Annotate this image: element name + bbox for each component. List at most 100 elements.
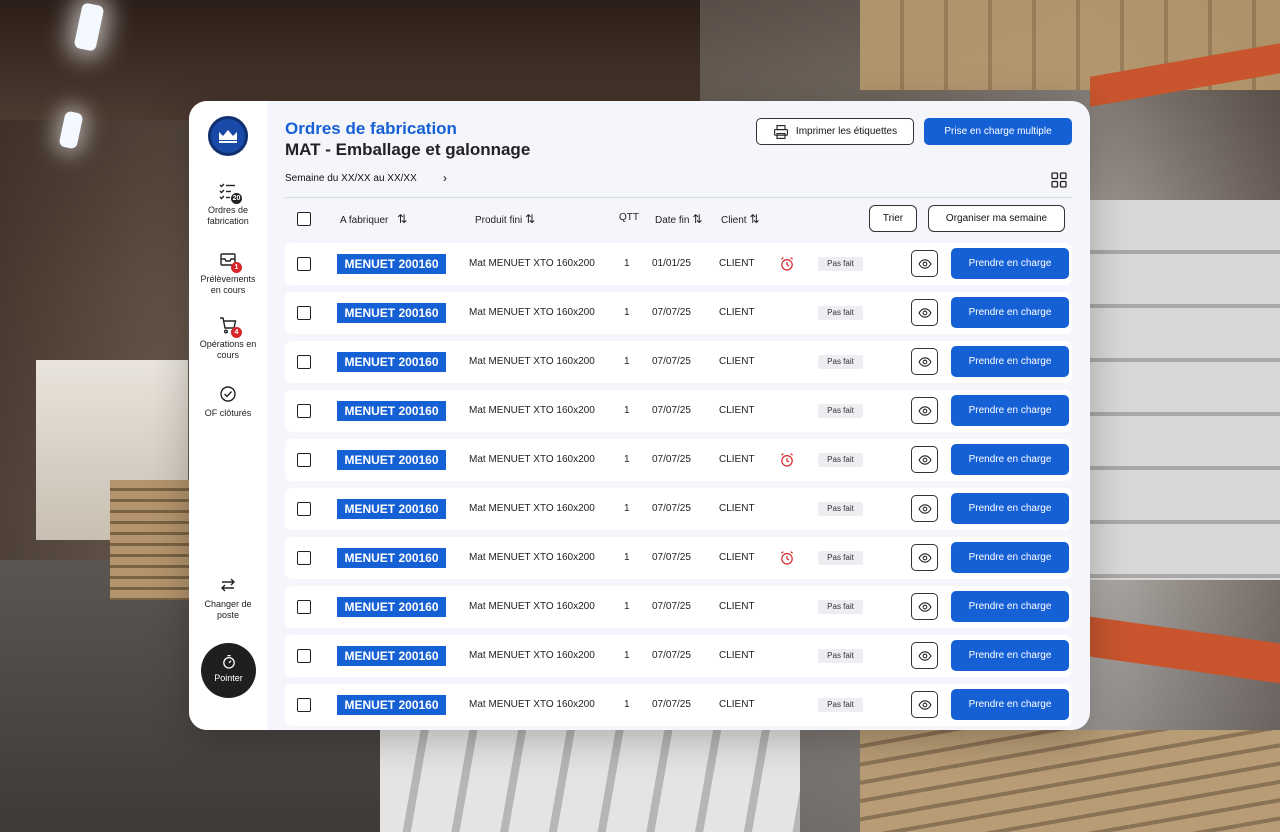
take-charge-label: Prendre en charge <box>968 356 1052 367</box>
take-charge-button[interactable]: Prendre en charge <box>951 444 1069 475</box>
badge: 4 <box>231 327 242 338</box>
ref-tag[interactable]: MENUET 200160 <box>337 646 446 666</box>
view-button[interactable] <box>911 446 938 473</box>
take-charge-button[interactable]: Prendre en charge <box>951 248 1069 279</box>
view-button[interactable] <box>911 397 938 424</box>
crown-logo-icon[interactable] <box>208 116 248 156</box>
background-boxes <box>860 0 1280 90</box>
date-cell: 07/07/25 <box>652 601 691 612</box>
column-header-finished-product[interactable]: Produit fini ⇅ <box>475 212 535 226</box>
sort-button[interactable]: Trier <box>869 205 917 232</box>
row-checkbox[interactable] <box>297 502 311 516</box>
eye-icon <box>917 307 932 318</box>
row-checkbox[interactable] <box>297 306 311 320</box>
product-cell: Mat MENUET XTO 160x200 <box>469 699 595 710</box>
view-button[interactable] <box>911 691 938 718</box>
organize-week-button[interactable]: Organiser ma semaine <box>928 205 1065 232</box>
take-charge-label: Prendre en charge <box>968 503 1052 514</box>
row-checkbox[interactable] <box>297 600 311 614</box>
background-cardboard <box>860 730 1280 832</box>
row-checkbox[interactable] <box>297 257 311 271</box>
take-charge-button[interactable]: Prendre en charge <box>951 591 1069 622</box>
background-pallet <box>110 480 190 600</box>
take-charge-label: Prendre en charge <box>968 405 1052 416</box>
date-cell: 01/01/25 <box>652 258 691 269</box>
row-checkbox[interactable] <box>297 404 311 418</box>
print-labels-button[interactable]: Imprimer les étiquettes <box>756 118 914 145</box>
sidebar-item-ordres[interactable]: 20 Ordres de fabrication <box>189 181 267 227</box>
column-header-end-date[interactable]: Date fin ⇅ <box>655 212 702 226</box>
column-header-client[interactable]: Client ⇅ <box>721 212 759 226</box>
qty-cell: 1 <box>624 307 630 318</box>
eye-icon <box>917 503 932 514</box>
client-cell: CLIENT <box>719 258 755 269</box>
column-header-label: Client <box>721 215 747 226</box>
chevron-right-icon[interactable]: › <box>443 171 447 185</box>
table-row: MENUET 200160 Mat MENUET XTO 160x200 1 07/0… <box>285 341 1072 383</box>
take-charge-button[interactable]: Prendre en charge <box>951 346 1069 377</box>
product-cell: Mat MENUET XTO 160x200 <box>469 405 595 416</box>
table-header: A fabriquer ⇅ Produit fini ⇅ QTT Date fi… <box>285 205 1072 232</box>
row-checkbox[interactable] <box>297 453 311 467</box>
row-checkbox[interactable] <box>297 551 311 565</box>
take-charge-button[interactable]: Prendre en charge <box>951 542 1069 573</box>
qty-cell: 1 <box>624 405 630 416</box>
client-cell: CLIENT <box>719 356 755 367</box>
status-badge: Pas fait <box>818 404 863 418</box>
pointer-button[interactable]: Pointer <box>201 643 256 698</box>
ref-tag[interactable]: MENUET 200160 <box>337 303 446 323</box>
sort-button-label: Trier <box>882 213 904 224</box>
column-header-qty: QTT <box>619 212 639 223</box>
product-cell: Mat MENUET XTO 160x200 <box>469 307 595 318</box>
take-charge-label: Prendre en charge <box>968 699 1052 710</box>
ref-tag[interactable]: MENUET 200160 <box>337 695 446 715</box>
view-button[interactable] <box>911 593 938 620</box>
row-checkbox[interactable] <box>297 355 311 369</box>
sidebar-item-prelevements[interactable]: 1 Prélèvements en cours <box>189 250 267 296</box>
table-row: MENUET 200160 Mat MENUET XTO 160x200 1 07/0… <box>285 586 1072 628</box>
check-circle-icon <box>218 384 238 404</box>
row-checkbox[interactable] <box>297 698 311 712</box>
client-cell: CLIENT <box>719 307 755 318</box>
date-cell: 07/07/25 <box>652 454 691 465</box>
qty-cell: 1 <box>624 552 630 563</box>
background-door <box>36 360 188 540</box>
client-cell: CLIENT <box>719 552 755 563</box>
take-charge-button[interactable]: Prendre en charge <box>951 689 1069 720</box>
take-charge-button[interactable]: Prendre en charge <box>951 297 1069 328</box>
multiple-takeover-button[interactable]: Prise en charge multiple <box>924 118 1072 145</box>
sidebar-item-of-clotures[interactable]: OF clôturés <box>189 384 267 419</box>
ref-tag[interactable]: MENUET 200160 <box>337 499 446 519</box>
select-all-checkbox[interactable] <box>297 212 311 226</box>
eye-icon <box>917 601 932 612</box>
background-light <box>73 2 105 52</box>
swap-arrows-icon <box>218 575 238 595</box>
ref-tag[interactable]: MENUET 200160 <box>337 401 446 421</box>
grid-view-icon[interactable] <box>1051 172 1067 188</box>
ref-tag[interactable]: MENUET 200160 <box>337 352 446 372</box>
take-charge-label: Prendre en charge <box>968 650 1052 661</box>
client-cell: CLIENT <box>719 503 755 514</box>
ref-tag[interactable]: MENUET 200160 <box>337 548 446 568</box>
ref-tag[interactable]: MENUET 200160 <box>337 254 446 274</box>
inbox-icon: 1 <box>218 250 242 273</box>
ref-tag[interactable]: MENUET 200160 <box>337 450 446 470</box>
take-charge-button[interactable]: Prendre en charge <box>951 395 1069 426</box>
view-button[interactable] <box>911 250 938 277</box>
view-button[interactable] <box>911 348 938 375</box>
main-content: Ordres de fabrication MAT - Emballage et… <box>267 101 1090 730</box>
sidebar-item-operations[interactable]: 4 Opérations en cours <box>189 315 267 361</box>
eye-icon <box>917 258 932 269</box>
view-button[interactable] <box>911 299 938 326</box>
view-button[interactable] <box>911 544 938 571</box>
sidebar-item-label: Opérations en cours <box>199 339 257 360</box>
change-post-button[interactable]: Changer de poste <box>189 575 267 621</box>
view-button[interactable] <box>911 642 938 669</box>
ref-tag[interactable]: MENUET 200160 <box>337 597 446 617</box>
take-charge-button[interactable]: Prendre en charge <box>951 640 1069 671</box>
column-header-to-make[interactable]: A fabriquer ⇅ <box>340 212 407 226</box>
row-checkbox[interactable] <box>297 649 311 663</box>
take-charge-button[interactable]: Prendre en charge <box>951 493 1069 524</box>
week-selector[interactable]: Semaine du XX/XX au XX/XX <box>285 173 417 184</box>
view-button[interactable] <box>911 495 938 522</box>
